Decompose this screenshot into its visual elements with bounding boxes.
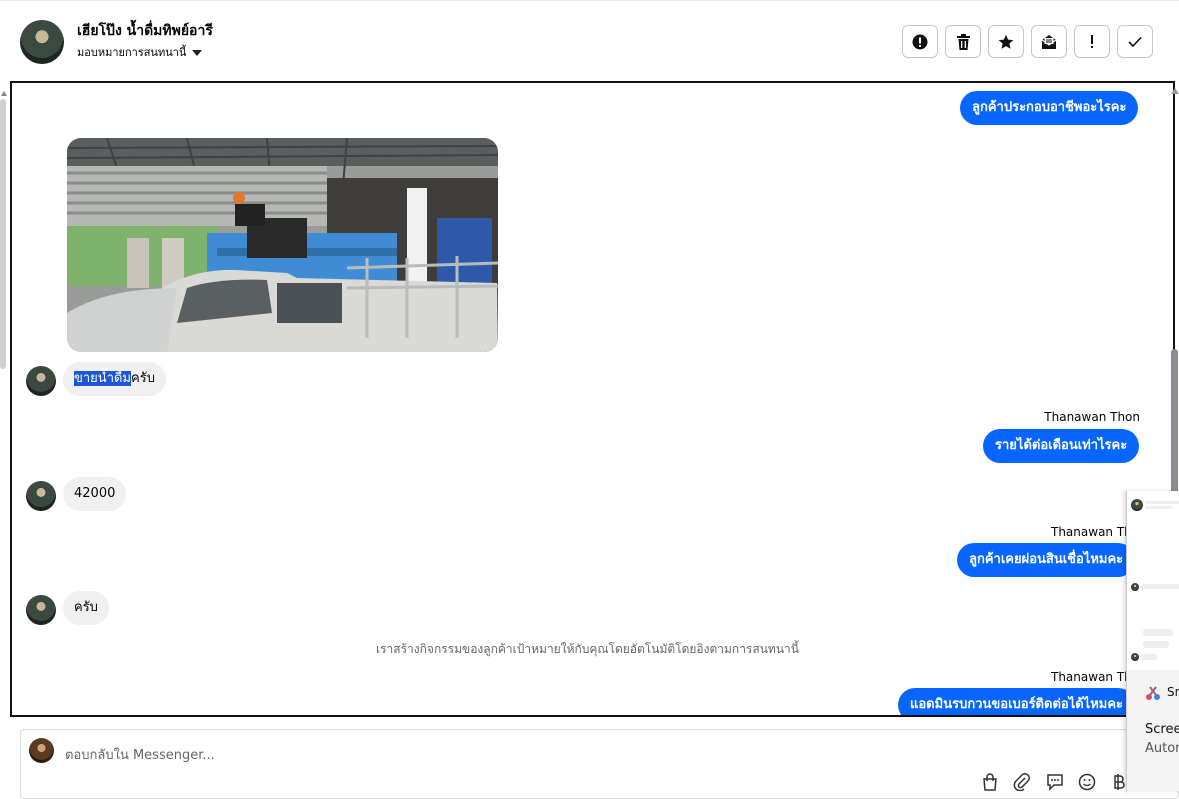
incoming-message[interactable]: ขายน้ำดื่มครับ <box>63 362 166 396</box>
assign-label: มอบหมายการสนทนานี้ <box>77 46 187 59</box>
right-scrollbar[interactable] <box>1171 349 1178 494</box>
contact-avatar-small[interactable] <box>26 481 56 511</box>
delete-button[interactable] <box>945 25 981 58</box>
paperclip-icon[interactable] <box>1012 772 1032 792</box>
preview-line <box>1141 654 1157 660</box>
scroll-up-arrow-icon[interactable] <box>1171 88 1179 94</box>
system-note: เราสร้างกิจกรรมของลูกค้าเป้าหมายให้กับคุ… <box>376 642 799 656</box>
star-button[interactable] <box>988 25 1024 58</box>
message-thread: ลูกค้าประกอบอาชีพอะไรคะ ขายน้ำดื่มครับ T… <box>10 81 1175 717</box>
outgoing-message[interactable]: แอดมินรบกวนขอเบอร์ติดต่อได้ไหมคะ <box>898 688 1136 715</box>
outgoing-message[interactable]: ลูกค้าประกอบอาชีพอะไรคะ <box>960 91 1139 125</box>
preview-line <box>1141 584 1179 589</box>
assign-conversation-dropdown[interactable]: มอบหมายการสนทนานี้ <box>77 43 203 61</box>
emoji-icon[interactable] <box>1077 772 1097 792</box>
preview-line <box>1145 501 1179 504</box>
shared-photo[interactable] <box>67 138 498 352</box>
reply-input[interactable]: ตอบกลับใน Messenger... <box>65 744 215 765</box>
report-button[interactable] <box>902 25 938 58</box>
done-button[interactable] <box>1117 25 1153 58</box>
message-text: ครับ <box>131 371 155 386</box>
left-scrollbar[interactable] <box>0 99 6 369</box>
reply-composer[interactable]: ตอบกลับใน Messenger... <box>20 729 1179 799</box>
preview-avatar <box>1131 499 1143 511</box>
star-icon <box>998 34 1014 49</box>
incoming-message[interactable]: 42000 <box>63 477 127 511</box>
caret-down-icon <box>192 50 203 56</box>
chat-bubble-icon[interactable] <box>1045 772 1065 792</box>
contact-avatar[interactable] <box>20 20 64 64</box>
contact-avatar-small[interactable] <box>26 595 56 625</box>
trash-icon <box>956 33 970 50</box>
snip-title: Sn <box>1167 685 1179 699</box>
preview-avatar <box>1131 653 1139 661</box>
preview-avatar <box>1131 583 1139 591</box>
page-avatar <box>29 738 54 763</box>
snip-subtext: Autor <box>1145 741 1179 756</box>
check-icon <box>1128 36 1142 47</box>
selected-text: ขายน้ำดื่ม <box>74 371 132 386</box>
preview-line <box>1143 641 1169 648</box>
snip-heading: Screen <box>1145 722 1179 737</box>
outgoing-message[interactable]: ลูกค้าเคยผ่อนสินเชื่อไหมคะ <box>957 543 1136 577</box>
outgoing-message[interactable]: รายได้ต่อเดือนเท่าไรคะ <box>983 429 1140 463</box>
exclamation-circle-icon <box>912 34 928 49</box>
snipping-tool-icon <box>1146 686 1160 700</box>
contact-name[interactable]: เฮียโป๊ง น้ำดื่มทิพย์อารี <box>77 20 213 42</box>
screenshot-preview-popup[interactable]: Sn Screen Autor <box>1126 491 1179 791</box>
important-button[interactable] <box>1074 25 1110 58</box>
warehouse-photo-image <box>67 138 498 352</box>
envelope-open-icon <box>1041 34 1057 49</box>
preview-line <box>1143 629 1173 636</box>
incoming-message[interactable]: ครับ <box>63 591 109 625</box>
conversation-header: เฮียโป๊ง น้ำดื่มทิพย์อารี มอบหมายการสนทน… <box>0 1 1179 81</box>
contact-avatar-small[interactable] <box>26 366 56 396</box>
preview-line <box>1145 506 1173 509</box>
mark-unread-button[interactable] <box>1031 25 1067 58</box>
exclamation-icon <box>1091 34 1093 48</box>
shopping-bag-icon[interactable] <box>980 772 1000 792</box>
sender-name: Thanawan Thon <box>1044 410 1140 424</box>
scroll-up-arrow-icon[interactable] <box>1 91 7 96</box>
